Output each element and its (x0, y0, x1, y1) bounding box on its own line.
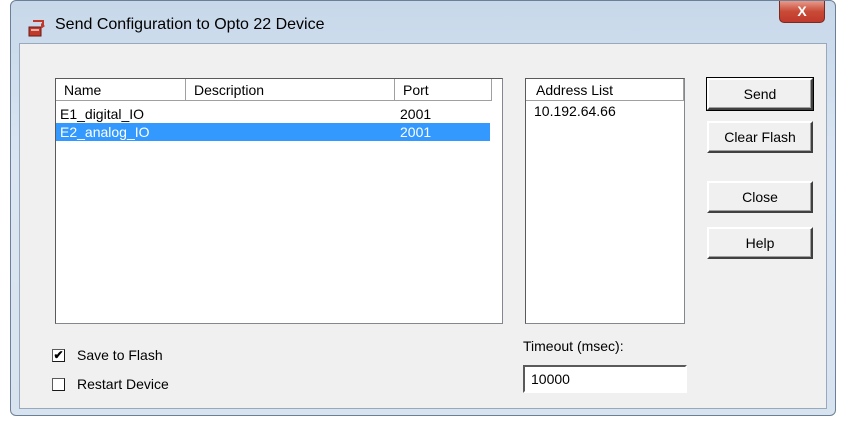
timeout-label: Timeout (msec): (523, 338, 624, 354)
device-list[interactable]: Name Description Port E1_digital_IO 2001… (55, 78, 503, 324)
send-button[interactable]: Send (706, 77, 814, 111)
save-to-flash-option[interactable]: ✔ Save to Flash (52, 347, 163, 363)
window-title: Send Configuration to Opto 22 Device (55, 16, 325, 33)
clear-flash-button[interactable]: Clear Flash (707, 121, 813, 153)
timeout-field[interactable]: 10000 (523, 365, 687, 393)
save-to-flash-label: Save to Flash (77, 347, 163, 363)
save-to-flash-checkbox[interactable]: ✔ (52, 348, 65, 362)
send-device-icon (28, 20, 45, 37)
column-header-name[interactable]: Name (56, 79, 186, 101)
address-list[interactable]: Address List 10.192.64.66 (525, 78, 685, 324)
device-port-cell: 2001 (400, 106, 432, 122)
restart-device-label: Restart Device (77, 376, 169, 392)
help-button[interactable]: Help (707, 227, 813, 259)
restart-device-checkbox[interactable] (52, 377, 65, 391)
dialog-client-area: Name Description Port E1_digital_IO 2001… (19, 43, 827, 409)
column-header-port[interactable]: Port (395, 79, 492, 101)
table-row[interactable]: E1_digital_IO 2001 (56, 105, 490, 123)
device-name-cell: E1_digital_IO (60, 106, 145, 122)
close-icon: X (797, 3, 807, 19)
address-list-header[interactable]: Address List (526, 79, 684, 101)
device-port-cell: 2001 (400, 124, 432, 140)
device-name-cell: E2_analog_IO (60, 124, 150, 140)
close-window-button[interactable]: X (779, 1, 825, 23)
close-button[interactable]: Close (707, 181, 813, 213)
list-item[interactable]: 10.192.64.66 (534, 103, 616, 119)
send-configuration-dialog: Send Configuration to Opto 22 Device X N… (10, 0, 836, 416)
device-list-header: Name Description Port (56, 79, 502, 101)
restart-device-option[interactable]: Restart Device (52, 376, 169, 392)
column-header-description[interactable]: Description (186, 79, 395, 101)
table-row[interactable]: E2_analog_IO 2001 (56, 123, 490, 141)
